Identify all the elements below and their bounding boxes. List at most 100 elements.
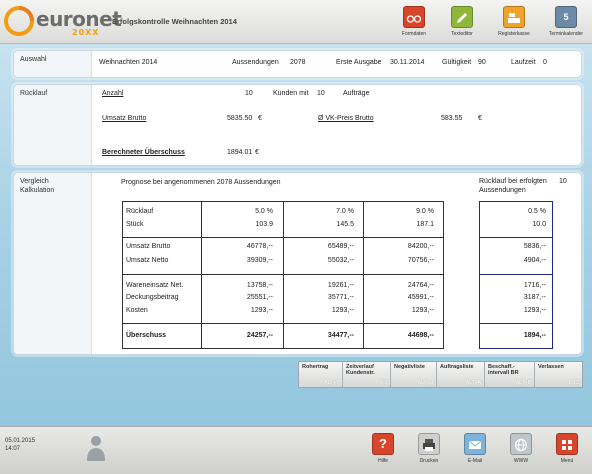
- cash-register-icon: [503, 6, 525, 28]
- row-label-wareneinsatz: Wareneinsatz Net.: [126, 282, 184, 289]
- logo-sub: 20XX: [72, 28, 100, 37]
- ruecklauf-label: Rücklauf: [20, 90, 48, 97]
- mail-icon: [464, 433, 486, 455]
- col1-ruecklauf: 5.0 %: [255, 208, 273, 215]
- menu-button[interactable]: Menü: [547, 433, 587, 464]
- col1-umsatz-brutto: 46778,--: [246, 243, 273, 250]
- glasses-icon: [403, 6, 425, 28]
- beschaffintervall-button[interactable]: Beschaff.-intervall BR ALT+B: [485, 362, 535, 387]
- calendar-icon: 5: [555, 6, 577, 28]
- row-divider: [123, 237, 443, 238]
- col-divider: [283, 202, 284, 348]
- row-divider: [123, 274, 443, 275]
- ueberschuss-currency: €: [255, 149, 259, 156]
- umsatz-currency: €: [258, 115, 262, 122]
- negativliste-label: Negativliste: [394, 364, 425, 370]
- ueberschuss-link[interactable]: Berechneter Überschuss: [102, 149, 185, 156]
- negativliste-button[interactable]: Negativliste ALT+N: [391, 362, 437, 387]
- umsatz-brutto-value: 5835.50: [227, 115, 253, 122]
- col3-wareneinsatz: 24764,--: [407, 282, 434, 289]
- email-button[interactable]: E-Mail: [455, 433, 495, 464]
- auftragsliste-key: ALT+A: [465, 380, 481, 386]
- verlassen-button[interactable]: Verlassen ESC: [535, 362, 582, 387]
- app-footer: 05.01.2015 14:07 ? Hilfe Drucken E-Mail …: [0, 426, 592, 474]
- negativliste-key: ALT+N: [417, 380, 433, 386]
- col1-kosten: 1293,--: [250, 307, 273, 314]
- menu-label: Menü: [560, 458, 574, 464]
- drucken-button[interactable]: Drucken: [409, 433, 449, 464]
- drucken-label: Drucken: [419, 458, 439, 464]
- app-header: euronet 20XX Erfolgskontrolle Weihnachte…: [0, 0, 592, 44]
- gueltigkeit-value: 90: [478, 59, 486, 66]
- actual-kosten: 1293,--: [523, 307, 546, 314]
- vk-currency: €: [478, 115, 482, 122]
- col3-umsatz-netto: 70756,--: [407, 257, 434, 264]
- anzahl-link[interactable]: Anzahl: [102, 90, 123, 97]
- umsatz-brutto-link[interactable]: Umsatz Brutto: [102, 115, 146, 122]
- rueck-title-1: Rücklauf bei erfolgten: [479, 178, 547, 185]
- texteditor-label: Texteditor: [451, 31, 473, 37]
- registerkasse-button[interactable]: Registerkasse: [494, 4, 534, 42]
- rohertrag-button[interactable]: Rohertrag ALT+T: [299, 362, 343, 387]
- terminkalender-button[interactable]: 5 Terminkalender: [546, 4, 586, 42]
- verlassen-label: Verlassen: [538, 364, 564, 370]
- erste-ausgabe-value: 30.11.2014: [390, 59, 425, 66]
- hilfe-button[interactable]: ? Hilfe: [363, 433, 403, 464]
- actual-wareneinsatz: 1716,--: [523, 282, 546, 289]
- hilfe-label: Hilfe: [377, 458, 388, 464]
- auswahl-label: Auswahl: [20, 56, 47, 63]
- row-label-deckungsbeitrag: Deckungsbeitrag: [126, 294, 179, 301]
- printer-icon: [418, 433, 440, 455]
- www-button[interactable]: WWW: [501, 433, 541, 464]
- verlassen-key: ESC: [568, 380, 579, 386]
- col3-stueck: 187.1: [416, 221, 434, 228]
- terminkalender-label: Terminkalender: [548, 31, 584, 37]
- col1-ueberschuss: 24257,--: [246, 332, 273, 339]
- col3-ruecklauf: 9.0 %: [416, 208, 434, 215]
- registerkasse-label: Registerkasse: [498, 31, 530, 37]
- row-label-kosten: Kosten: [126, 307, 148, 314]
- aussendungen-value: 2078: [290, 59, 306, 66]
- beschaffintervall-label: Beschaff.-intervall BR: [488, 364, 519, 376]
- vergleich-label-2: Kalkulation: [20, 187, 55, 194]
- anzahl-value: 10: [245, 90, 253, 97]
- row-divider: [123, 323, 443, 324]
- aussendungen-label: Aussendungen: [232, 59, 279, 66]
- row-label-umsatz-netto: Umsatz Netto: [126, 257, 169, 264]
- col1-wareneinsatz: 13758,--: [246, 282, 273, 289]
- www-label: WWW: [513, 458, 529, 464]
- row-label-stueck: Stück: [126, 221, 144, 228]
- col2-stueck: 145.5: [336, 221, 354, 228]
- col2-umsatz-brutto: 65489,--: [327, 243, 354, 250]
- help-icon: ?: [372, 433, 394, 455]
- zeitverlauf-key: F3: [381, 380, 387, 386]
- auftragsliste-button[interactable]: Auftragsliste ALT+A: [437, 362, 485, 387]
- row-label-umsatz-brutto: Umsatz Brutto: [126, 243, 171, 250]
- texteditor-button[interactable]: Texteditor: [442, 4, 482, 42]
- row-divider: [480, 237, 552, 238]
- auswahl-name: Weihnachten 2014: [99, 59, 158, 66]
- erste-ausgabe-label: Erste Ausgabe: [336, 59, 382, 66]
- zeitverlauf-button[interactable]: Zeitverlauf Kundenstr. F3: [343, 362, 391, 387]
- col1-umsatz-netto: 39309,--: [246, 257, 273, 264]
- actual-umsatz-netto: 4904,--: [523, 257, 546, 264]
- auswahl-panel: Auswahl Weihnachten 2014 Aussendungen 20…: [13, 50, 582, 78]
- menu-grid-icon: [556, 433, 578, 455]
- formdaten-button[interactable]: Formdaten: [394, 4, 434, 42]
- ruecklauf-panel: Rücklauf Anzahl 10 Kunden mit 10 Aufträg…: [13, 84, 582, 166]
- logo-mark-icon: [4, 6, 34, 36]
- actual-umsatz-brutto: 5836,--: [523, 243, 546, 250]
- actual-ruecklauf: 0.5 %: [528, 208, 546, 215]
- auftragsliste-label: Auftragsliste: [440, 364, 474, 370]
- actual-table: 0.5 % 10.0 5836,-- 4904,-- 1716,-- 3187,…: [479, 201, 553, 349]
- vk-preis-link[interactable]: Ø VK-Preis Brutto: [318, 115, 374, 122]
- prognose-title: Prognose bei angenommenen 2078 Aussendun…: [121, 179, 281, 186]
- col2-kosten: 1293,--: [331, 307, 354, 314]
- auftraege-label: Aufträge: [343, 90, 370, 97]
- kunden-mit-value: 10: [317, 90, 325, 97]
- calendar-day: 5: [563, 12, 569, 22]
- formdaten-label: Formdaten: [401, 31, 427, 37]
- user-icon[interactable]: [85, 433, 107, 463]
- col2-wareneinsatz: 19261,--: [327, 282, 354, 289]
- laufzeit-label: Laufzeit: [511, 59, 536, 66]
